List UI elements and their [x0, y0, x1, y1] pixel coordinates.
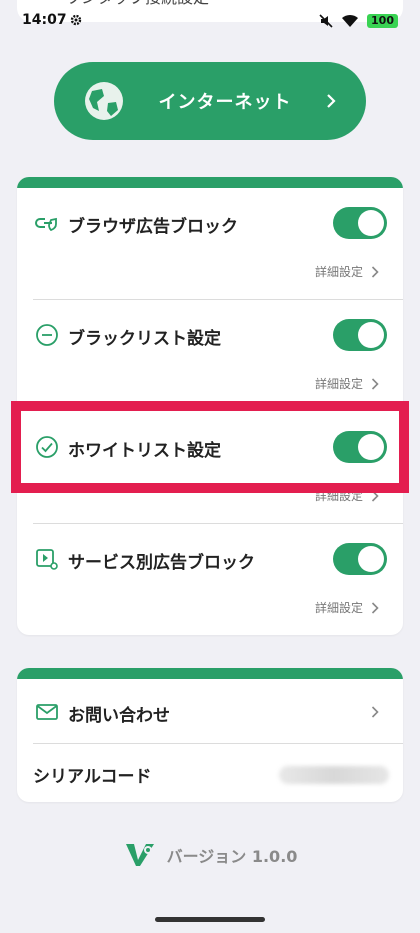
globe-icon — [85, 82, 123, 120]
chevron-right-icon — [371, 377, 379, 390]
setting-item-service-adblock: サービス別広告ブロック 詳細設定 — [17, 541, 403, 635]
version-label: バージョン 1.0.0 — [166, 847, 298, 866]
status-time: 14:07 — [22, 12, 67, 28]
service-adblock-toggle[interactable] — [333, 543, 387, 575]
mail-icon — [36, 704, 58, 720]
contact-label: お問い合わせ — [68, 706, 170, 726]
detail-settings-link[interactable]: 詳細設定 — [315, 263, 379, 280]
internet-label: インターネット — [158, 92, 292, 113]
ad-block-settings-card: ブラウザ広告ブロック 詳細設定 ブラックリスト設定 詳細設定 ホワイトリスト設定… — [17, 177, 403, 635]
wifi-icon — [342, 14, 359, 27]
sparkle-icon — [35, 0, 55, 2]
setting-item-whitelist: ホワイトリスト設定 詳細設定 — [17, 429, 403, 525]
detail-settings-link[interactable]: 詳細設定 — [315, 487, 379, 504]
video-gear-icon — [36, 549, 58, 570]
contact-row[interactable]: お問い合わせ — [17, 688, 403, 738]
setting-item-browser-adblock: ブラウザ広告ブロック 詳細設定 — [17, 205, 403, 301]
minus-circle-icon — [36, 324, 58, 346]
card-accent-bar — [17, 668, 403, 679]
detail-settings-link[interactable]: 詳細設定 — [315, 599, 379, 616]
chevron-right-icon — [371, 489, 379, 502]
check-circle-icon — [36, 436, 58, 458]
version-info: バージョン 1.0.0 — [0, 838, 420, 872]
battery-indicator: 100 — [367, 14, 398, 28]
toggle-knob — [358, 210, 384, 236]
browser-adblock-toggle[interactable] — [333, 207, 387, 239]
detail-settings-link[interactable]: 詳細設定 — [315, 375, 379, 392]
detail-label: 詳細設定 — [314, 377, 363, 391]
chevron-right-icon — [371, 601, 379, 614]
app-logo-icon — [125, 844, 154, 866]
chevron-right-icon — [371, 706, 379, 718]
system-icons: 100 — [319, 12, 398, 30]
link-shield-icon — [35, 217, 57, 232]
card-accent-bar — [17, 177, 403, 188]
detail-label: 詳細設定 — [314, 601, 363, 615]
blacklist-toggle[interactable] — [333, 319, 387, 351]
home-indicator[interactable] — [155, 917, 265, 922]
mute-icon — [319, 14, 333, 28]
gear-icon — [70, 14, 82, 26]
divider — [33, 299, 403, 300]
whitelist-toggle[interactable] — [333, 431, 387, 463]
divider — [33, 743, 403, 744]
detail-label: 詳細設定 — [314, 265, 363, 279]
setting-label: ブラウザ広告ブロック — [68, 217, 238, 237]
detail-label: 詳細設定 — [314, 489, 363, 503]
serial-code-value-blurred — [279, 766, 389, 784]
chevron-right-icon — [371, 265, 379, 278]
info-card: お問い合わせ シリアルコード — [17, 668, 403, 802]
internet-button[interactable]: インターネット — [54, 62, 366, 140]
serial-code-label: シリアルコード — [33, 767, 152, 787]
toggle-knob — [358, 322, 384, 348]
setting-label: ホワイトリスト設定 — [68, 441, 221, 461]
setting-label: サービス別広告ブロック — [68, 553, 255, 573]
top-card-label: ワンタップ接続設定 — [65, 0, 209, 8]
setting-label: ブラックリスト設定 — [68, 329, 221, 349]
setting-item-blacklist: ブラックリスト設定 詳細設定 — [17, 317, 403, 413]
toggle-knob — [358, 434, 384, 460]
chevron-right-icon — [327, 94, 336, 108]
divider — [33, 523, 403, 524]
toggle-knob — [358, 546, 384, 572]
